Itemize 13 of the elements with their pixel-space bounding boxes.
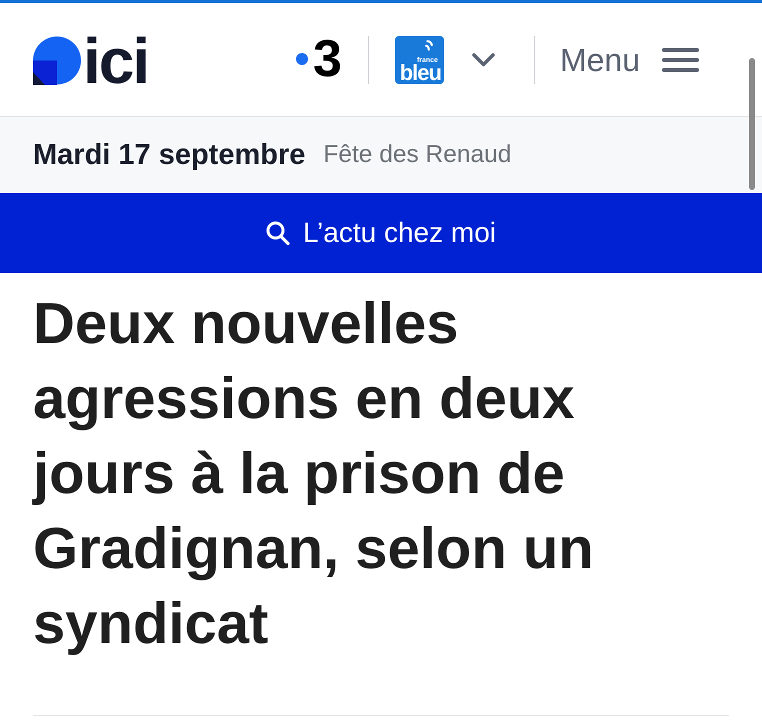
- date-text: Mardi 17 septembre: [33, 138, 306, 172]
- signal-arcs-icon: [424, 40, 433, 50]
- article-headline: Deux nouvelles agressions en deux jours à la prison de Gradignan, selon un syndicat: [33, 290, 595, 658]
- channel-logo[interactable]: 3: [296, 32, 342, 84]
- dot-icon: [296, 52, 308, 64]
- site-logo[interactable]: ici: [33, 28, 148, 92]
- local-news-button[interactable]: L’actu chez moi: [0, 193, 762, 273]
- scrollbar-thumb[interactable]: [749, 58, 755, 190]
- menu-button[interactable]: Menu: [560, 44, 699, 76]
- saint-of-day-text: Fête des Renaud: [323, 141, 512, 169]
- menu-icon: [662, 48, 699, 72]
- chevron-down-icon[interactable]: [470, 52, 496, 68]
- search-icon: [266, 220, 290, 246]
